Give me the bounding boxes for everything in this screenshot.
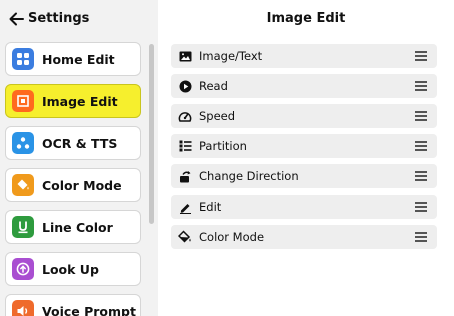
list-item-label: Image/Text	[199, 49, 263, 63]
nodes-icon	[12, 132, 34, 154]
list-item-label: Speed	[199, 109, 236, 123]
image-icon	[178, 49, 192, 63]
list-icon	[178, 139, 192, 153]
list-item-speed[interactable]: Speed	[171, 104, 437, 128]
list-item-partition[interactable]: Partition	[171, 134, 437, 158]
crop-frame-icon	[12, 90, 34, 112]
menu-item-look-up[interactable]: Look Up	[5, 252, 141, 286]
menu-item-ocr-tts[interactable]: OCR & TTS	[5, 126, 141, 160]
underline-icon	[12, 216, 34, 238]
paint-bucket-icon	[12, 174, 34, 196]
drag-handle-icon[interactable]	[415, 81, 427, 91]
menu-item-home-edit[interactable]: Home Edit	[5, 42, 141, 76]
sidebar: Settings Home Edit Image Edit OCR & TTS …	[0, 0, 158, 316]
list-item-color-mode[interactable]: Color Mode	[171, 225, 437, 249]
list-item-label: Read	[199, 79, 228, 93]
sidebar-scrollbar[interactable]	[149, 44, 154, 224]
paint-bucket-icon	[178, 230, 192, 244]
drag-handle-icon[interactable]	[415, 171, 427, 181]
list-item-label: Color Mode	[199, 230, 265, 244]
sidebar-title: Settings	[28, 11, 90, 26]
play-circle-icon	[178, 79, 192, 93]
menu-item-label: Image Edit	[42, 93, 118, 109]
list-item-label: Partition	[199, 139, 247, 153]
menu-item-label: Line Color	[42, 219, 113, 235]
rotate-icon	[178, 169, 192, 183]
speaker-icon	[12, 300, 34, 316]
main-panel: Image Edit Image/Text Read Speed Partiti…	[158, 0, 454, 316]
menu-item-voice-prompt[interactable]: Voice Prompt	[5, 294, 141, 316]
menu-item-image-edit[interactable]: Image Edit	[5, 84, 141, 118]
list-item-read[interactable]: Read	[171, 74, 437, 98]
drag-handle-icon[interactable]	[415, 202, 427, 212]
speedometer-icon	[178, 109, 192, 123]
drag-handle-icon[interactable]	[415, 141, 427, 151]
list-item-label: Edit	[199, 200, 222, 214]
drag-handle-icon[interactable]	[415, 111, 427, 121]
arrow-left-icon	[9, 12, 24, 26]
page-title: Image Edit	[266, 11, 346, 26]
menu-item-label: Home Edit	[42, 51, 115, 67]
drag-handle-icon[interactable]	[415, 232, 427, 242]
grid-icon	[12, 48, 34, 70]
pen-icon	[178, 200, 192, 214]
menu-item-line-color[interactable]: Line Color	[5, 210, 141, 244]
sidebar-header: Settings	[0, 0, 158, 38]
back-button[interactable]	[7, 10, 25, 28]
drag-handle-icon[interactable]	[415, 51, 427, 61]
list-item-edit[interactable]: Edit	[171, 195, 437, 219]
menu-item-color-mode[interactable]: Color Mode	[5, 168, 141, 202]
list-item-image-text[interactable]: Image/Text	[171, 44, 437, 68]
upload-circle-icon	[12, 258, 34, 280]
list-item-label: Change Direction	[199, 169, 299, 183]
menu-item-label: Look Up	[42, 261, 99, 277]
menu-item-label: Voice Prompt	[42, 303, 136, 316]
menu-item-label: Color Mode	[42, 177, 122, 193]
list-item-change-direction[interactable]: Change Direction	[171, 164, 437, 188]
menu-item-label: OCR & TTS	[42, 135, 118, 151]
